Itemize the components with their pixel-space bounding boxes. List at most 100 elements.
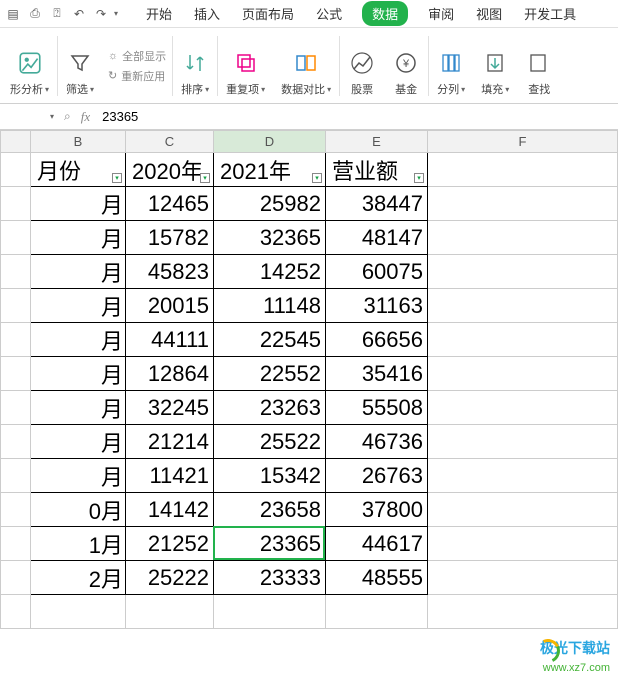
cell[interactable]: [1, 391, 31, 425]
tab-page-layout[interactable]: 页面布局: [240, 0, 296, 27]
cell[interactable]: [428, 527, 618, 561]
cell-month[interactable]: 月: [31, 255, 126, 289]
cell[interactable]: [31, 595, 126, 629]
col-header-C[interactable]: C: [126, 131, 214, 153]
name-box[interactable]: [6, 110, 48, 124]
fx-icon[interactable]: fx: [81, 109, 90, 125]
cell-y2020[interactable]: 25222: [126, 561, 214, 595]
col-header-B[interactable]: B: [31, 131, 126, 153]
cell[interactable]: [1, 357, 31, 391]
cell-month[interactable]: 月: [31, 391, 126, 425]
col-header-F[interactable]: F: [428, 131, 618, 153]
cell[interactable]: [1, 221, 31, 255]
cell-y2021[interactable]: 25522: [214, 425, 326, 459]
header-cell-c[interactable]: 2020年▾: [126, 153, 214, 187]
preview-icon[interactable]: ⍰: [48, 5, 66, 23]
cell-month[interactable]: 月: [31, 323, 126, 357]
cell-y2021[interactable]: 23263: [214, 391, 326, 425]
qa-dropdown-icon[interactable]: ▾: [114, 9, 118, 18]
header-cell-b[interactable]: 月份▾: [31, 153, 126, 187]
cell-rev[interactable]: 55508: [326, 391, 428, 425]
cell-y2021[interactable]: 25982: [214, 187, 326, 221]
ribbon-analysis[interactable]: 形分析▾: [2, 32, 57, 99]
cell-y2021[interactable]: 23365: [214, 527, 326, 561]
cell[interactable]: [1, 595, 31, 629]
cell[interactable]: [1, 323, 31, 357]
cell-y2020[interactable]: 12864: [126, 357, 214, 391]
ribbon-sort[interactable]: 排序▾: [173, 32, 217, 99]
tab-start[interactable]: 开始: [144, 0, 174, 27]
cell-y2021[interactable]: 11148: [214, 289, 326, 323]
cell[interactable]: [428, 595, 618, 629]
spreadsheet-grid[interactable]: B C D E F 月份▾2020年▾2021年▾营业额▾月1246525982…: [0, 130, 618, 629]
cell-y2020[interactable]: 14142: [126, 493, 214, 527]
cell-rev[interactable]: 48147: [326, 221, 428, 255]
cell[interactable]: [326, 595, 428, 629]
cell-y2021[interactable]: 15342: [214, 459, 326, 493]
cell-month[interactable]: 月: [31, 221, 126, 255]
cell[interactable]: [428, 289, 618, 323]
cell-month[interactable]: 月: [31, 357, 126, 391]
cell-month[interactable]: 月: [31, 187, 126, 221]
tab-dev-tools[interactable]: 开发工具: [522, 0, 578, 27]
cell[interactable]: [1, 561, 31, 595]
cell-rev[interactable]: 66656: [326, 323, 428, 357]
tab-insert[interactable]: 插入: [192, 0, 222, 27]
cell[interactable]: [126, 595, 214, 629]
cell[interactable]: [1, 459, 31, 493]
cell[interactable]: [428, 153, 618, 187]
cell[interactable]: [428, 255, 618, 289]
ribbon-data-compare[interactable]: 数据对比▾: [273, 32, 339, 99]
cell[interactable]: [1, 425, 31, 459]
ribbon-stocks[interactable]: 股票: [340, 32, 384, 99]
cell[interactable]: [1, 493, 31, 527]
cell-y2020[interactable]: 44111: [126, 323, 214, 357]
cell[interactable]: [1, 153, 31, 187]
ribbon-split[interactable]: 分列▾: [429, 32, 473, 99]
cell-y2020[interactable]: 32245: [126, 391, 214, 425]
reapply-button[interactable]: ↻重新应用: [108, 68, 166, 84]
undo-icon[interactable]: ↶: [70, 5, 88, 23]
cell[interactable]: [428, 323, 618, 357]
cell[interactable]: [214, 595, 326, 629]
cell-rev[interactable]: 44617: [326, 527, 428, 561]
cell-y2020[interactable]: 21214: [126, 425, 214, 459]
cell-month[interactable]: 2月: [31, 561, 126, 595]
cell-y2021[interactable]: 22545: [214, 323, 326, 357]
cell-month[interactable]: 月: [31, 289, 126, 323]
ribbon-duplicates[interactable]: 重复项▾: [218, 32, 273, 99]
cell[interactable]: [428, 391, 618, 425]
save-icon[interactable]: ▤: [4, 5, 22, 23]
cell[interactable]: [428, 221, 618, 255]
cell[interactable]: [1, 187, 31, 221]
cell-y2020[interactable]: 15782: [126, 221, 214, 255]
cell[interactable]: [1, 255, 31, 289]
cell-y2020[interactable]: 20015: [126, 289, 214, 323]
tab-review[interactable]: 审阅: [426, 0, 456, 27]
cell[interactable]: [428, 187, 618, 221]
ribbon-lookup[interactable]: 查找: [517, 32, 561, 99]
cell-y2020[interactable]: 11421: [126, 459, 214, 493]
cell-month[interactable]: 1月: [31, 527, 126, 561]
header-cell-e[interactable]: 营业额▾: [326, 153, 428, 187]
cell-rev[interactable]: 60075: [326, 255, 428, 289]
print-icon[interactable]: ⎙: [26, 5, 44, 23]
ribbon-funds[interactable]: ¥ 基金: [384, 32, 428, 99]
cell[interactable]: [1, 527, 31, 561]
col-header-E[interactable]: E: [326, 131, 428, 153]
cell-month[interactable]: 月: [31, 459, 126, 493]
filter-dropdown-icon[interactable]: ▾: [312, 173, 322, 183]
cell-y2020[interactable]: 21252: [126, 527, 214, 561]
col-header-D[interactable]: D: [214, 131, 326, 153]
cell-rev[interactable]: 26763: [326, 459, 428, 493]
cell-y2021[interactable]: 14252: [214, 255, 326, 289]
cell-month[interactable]: 0月: [31, 493, 126, 527]
cell-y2021[interactable]: 32365: [214, 221, 326, 255]
cell-rev[interactable]: 38447: [326, 187, 428, 221]
cell[interactable]: [428, 357, 618, 391]
cell[interactable]: [428, 493, 618, 527]
corner-cell[interactable]: [1, 131, 31, 153]
cell[interactable]: [428, 459, 618, 493]
tab-data[interactable]: 数据: [362, 1, 408, 26]
cell-y2020[interactable]: 45823: [126, 255, 214, 289]
